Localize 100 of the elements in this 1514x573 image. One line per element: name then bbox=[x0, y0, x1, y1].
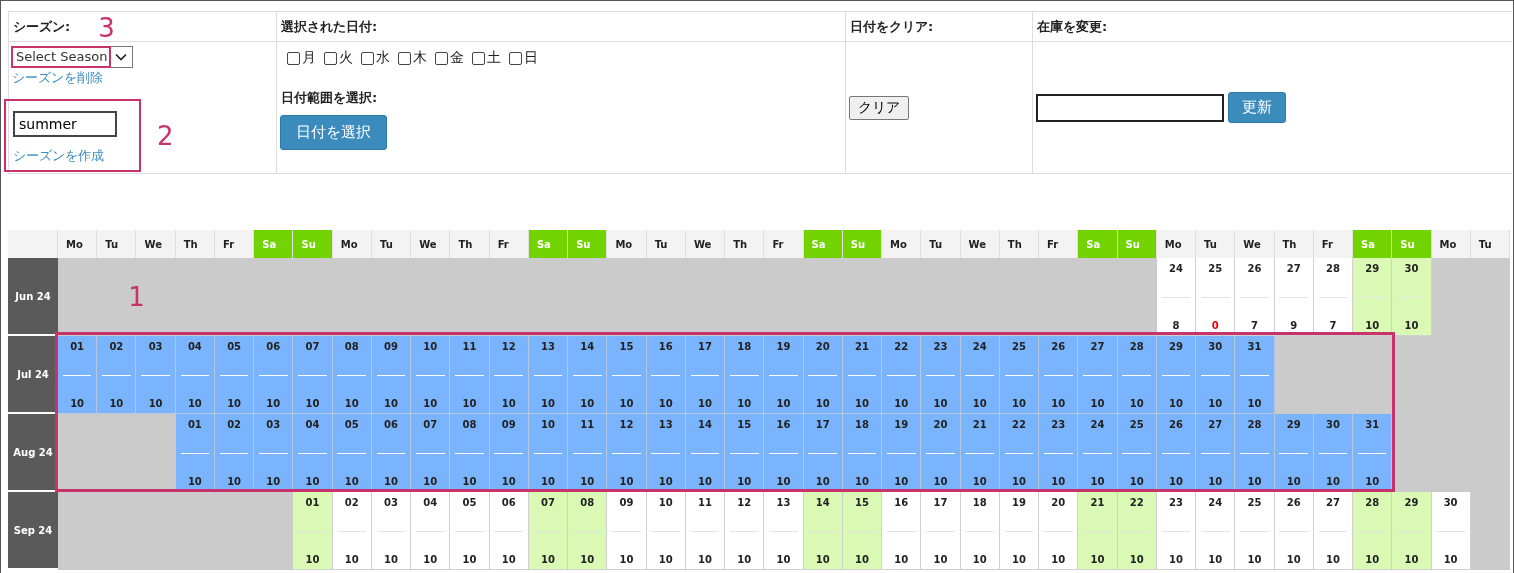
day-cell[interactable]: 17 10 bbox=[803, 414, 843, 492]
day-cell[interactable]: 10 10 bbox=[528, 414, 569, 492]
day-cell[interactable]: 26 10 bbox=[1274, 492, 1314, 570]
create-season-link[interactable]: シーズンを作成 bbox=[13, 147, 131, 165]
day-cell[interactable]: 06 10 bbox=[489, 492, 529, 570]
day-cell[interactable]: 13 10 bbox=[528, 336, 569, 414]
day-cell[interactable]: 14 10 bbox=[685, 414, 726, 492]
day-cell[interactable]: 29 10 bbox=[1392, 492, 1432, 570]
day-cell[interactable]: 20 10 bbox=[803, 336, 843, 414]
day-cell[interactable]: 21 10 bbox=[842, 336, 883, 414]
day-cell[interactable]: 16 10 bbox=[764, 414, 804, 492]
day-cell[interactable]: 14 10 bbox=[568, 336, 608, 414]
day-cell[interactable]: 09 10 bbox=[607, 492, 647, 570]
weekday-checkbox[interactable] bbox=[287, 51, 300, 65]
day-cell[interactable]: 28 10 bbox=[1353, 492, 1393, 570]
day-cell[interactable]: 18 10 bbox=[842, 414, 883, 492]
day-cell[interactable]: 16 10 bbox=[882, 492, 922, 570]
weekday-checkbox[interactable] bbox=[435, 51, 448, 65]
day-cell[interactable]: 10 10 bbox=[646, 492, 686, 570]
day-cell[interactable]: 07 10 bbox=[528, 492, 569, 570]
day-cell[interactable]: 29 10 bbox=[1274, 414, 1314, 492]
day-cell[interactable]: 26 10 bbox=[1156, 414, 1197, 492]
day-cell[interactable]: 30 10 bbox=[1392, 258, 1432, 336]
day-cell[interactable]: 08 10 bbox=[568, 492, 608, 570]
delete-season-link[interactable]: シーズンを削除 bbox=[12, 69, 273, 87]
day-cell[interactable]: 04 10 bbox=[293, 414, 333, 492]
day-cell[interactable]: 31 10 bbox=[1235, 336, 1275, 414]
day-cell[interactable]: 18 10 bbox=[725, 336, 765, 414]
day-cell[interactable]: 05 10 bbox=[450, 492, 490, 570]
day-cell[interactable]: 24 10 bbox=[1078, 414, 1118, 492]
day-cell[interactable]: 30 10 bbox=[1313, 414, 1353, 492]
day-cell[interactable]: 11 10 bbox=[568, 414, 608, 492]
day-cell[interactable]: 12 10 bbox=[607, 414, 647, 492]
day-cell[interactable]: 27 9 bbox=[1274, 258, 1314, 336]
day-cell[interactable]: 27 10 bbox=[1313, 492, 1353, 570]
day-cell[interactable]: 08 10 bbox=[332, 336, 372, 414]
day-cell[interactable]: 17 10 bbox=[921, 492, 961, 570]
day-cell[interactable]: 24 10 bbox=[1196, 492, 1236, 570]
day-cell[interactable]: 24 10 bbox=[960, 336, 1000, 414]
day-cell[interactable]: 15 10 bbox=[725, 414, 765, 492]
day-cell[interactable]: 15 10 bbox=[607, 336, 647, 414]
day-cell[interactable]: 10 10 bbox=[411, 336, 451, 414]
day-cell[interactable]: 24 8 bbox=[1156, 258, 1197, 336]
clear-button[interactable]: クリア bbox=[849, 95, 909, 120]
day-cell[interactable]: 09 10 bbox=[489, 414, 529, 492]
weekday-checkbox[interactable] bbox=[398, 51, 411, 65]
day-cell[interactable]: 19 10 bbox=[999, 492, 1040, 570]
day-cell[interactable]: 01 10 bbox=[58, 336, 98, 414]
day-cell[interactable]: 15 10 bbox=[842, 492, 883, 570]
day-cell[interactable]: 13 10 bbox=[764, 492, 804, 570]
day-cell[interactable]: 21 10 bbox=[1078, 492, 1118, 570]
day-cell[interactable]: 07 10 bbox=[293, 336, 333, 414]
day-cell[interactable]: 01 10 bbox=[175, 414, 215, 492]
day-cell[interactable]: 17 10 bbox=[685, 336, 726, 414]
day-cell[interactable]: 19 10 bbox=[764, 336, 804, 414]
day-cell[interactable]: 04 10 bbox=[411, 492, 451, 570]
day-cell[interactable]: 29 10 bbox=[1353, 258, 1393, 336]
update-button[interactable]: 更新 bbox=[1228, 92, 1286, 123]
day-cell[interactable]: 25 10 bbox=[999, 336, 1040, 414]
day-cell[interactable]: 30 10 bbox=[1196, 336, 1236, 414]
day-cell[interactable]: 03 10 bbox=[254, 414, 294, 492]
day-cell[interactable]: 23 10 bbox=[1039, 414, 1079, 492]
day-cell[interactable]: 26 7 bbox=[1235, 258, 1275, 336]
day-cell[interactable]: 23 10 bbox=[1156, 492, 1197, 570]
day-cell[interactable]: 06 10 bbox=[371, 414, 412, 492]
day-cell[interactable]: 25 10 bbox=[1117, 414, 1157, 492]
day-cell[interactable]: 01 10 bbox=[293, 492, 333, 570]
day-cell[interactable]: 14 10 bbox=[803, 492, 843, 570]
day-cell[interactable]: 05 10 bbox=[214, 336, 255, 414]
day-cell[interactable]: 20 10 bbox=[1039, 492, 1079, 570]
day-cell[interactable]: 12 10 bbox=[725, 492, 765, 570]
season-select[interactable]: Select Season bbox=[12, 46, 134, 68]
weekday-checkbox[interactable] bbox=[509, 51, 522, 65]
day-cell[interactable]: 03 10 bbox=[371, 492, 412, 570]
day-cell[interactable]: 27 10 bbox=[1196, 414, 1236, 492]
stock-field[interactable] bbox=[1036, 93, 1224, 122]
day-cell[interactable]: 05 10 bbox=[332, 414, 372, 492]
day-cell[interactable]: 19 10 bbox=[882, 414, 922, 492]
day-cell[interactable]: 18 10 bbox=[960, 492, 1000, 570]
day-cell[interactable]: 16 10 bbox=[646, 336, 686, 414]
day-cell[interactable]: 06 10 bbox=[254, 336, 294, 414]
day-cell[interactable]: 20 10 bbox=[921, 414, 961, 492]
day-cell[interactable]: 02 10 bbox=[332, 492, 372, 570]
day-cell[interactable]: 08 10 bbox=[450, 414, 490, 492]
day-cell[interactable]: 02 10 bbox=[97, 336, 137, 414]
weekday-checkbox[interactable] bbox=[472, 51, 485, 65]
day-cell[interactable]: 11 10 bbox=[685, 492, 726, 570]
weekday-checkbox[interactable] bbox=[361, 51, 374, 65]
select-dates-button[interactable]: 日付を選択 bbox=[280, 115, 387, 150]
day-cell[interactable]: 02 10 bbox=[214, 414, 255, 492]
day-cell[interactable]: 28 7 bbox=[1313, 258, 1353, 336]
day-cell[interactable]: 22 10 bbox=[882, 336, 922, 414]
day-cell[interactable]: 29 10 bbox=[1156, 336, 1197, 414]
day-cell[interactable]: 09 10 bbox=[371, 336, 412, 414]
weekday-checkbox[interactable] bbox=[324, 51, 337, 65]
day-cell[interactable]: 22 10 bbox=[999, 414, 1040, 492]
day-cell[interactable]: 12 10 bbox=[489, 336, 529, 414]
day-cell[interactable]: 27 10 bbox=[1078, 336, 1118, 414]
day-cell[interactable]: 25 0 bbox=[1196, 258, 1236, 336]
day-cell[interactable]: 11 10 bbox=[450, 336, 490, 414]
